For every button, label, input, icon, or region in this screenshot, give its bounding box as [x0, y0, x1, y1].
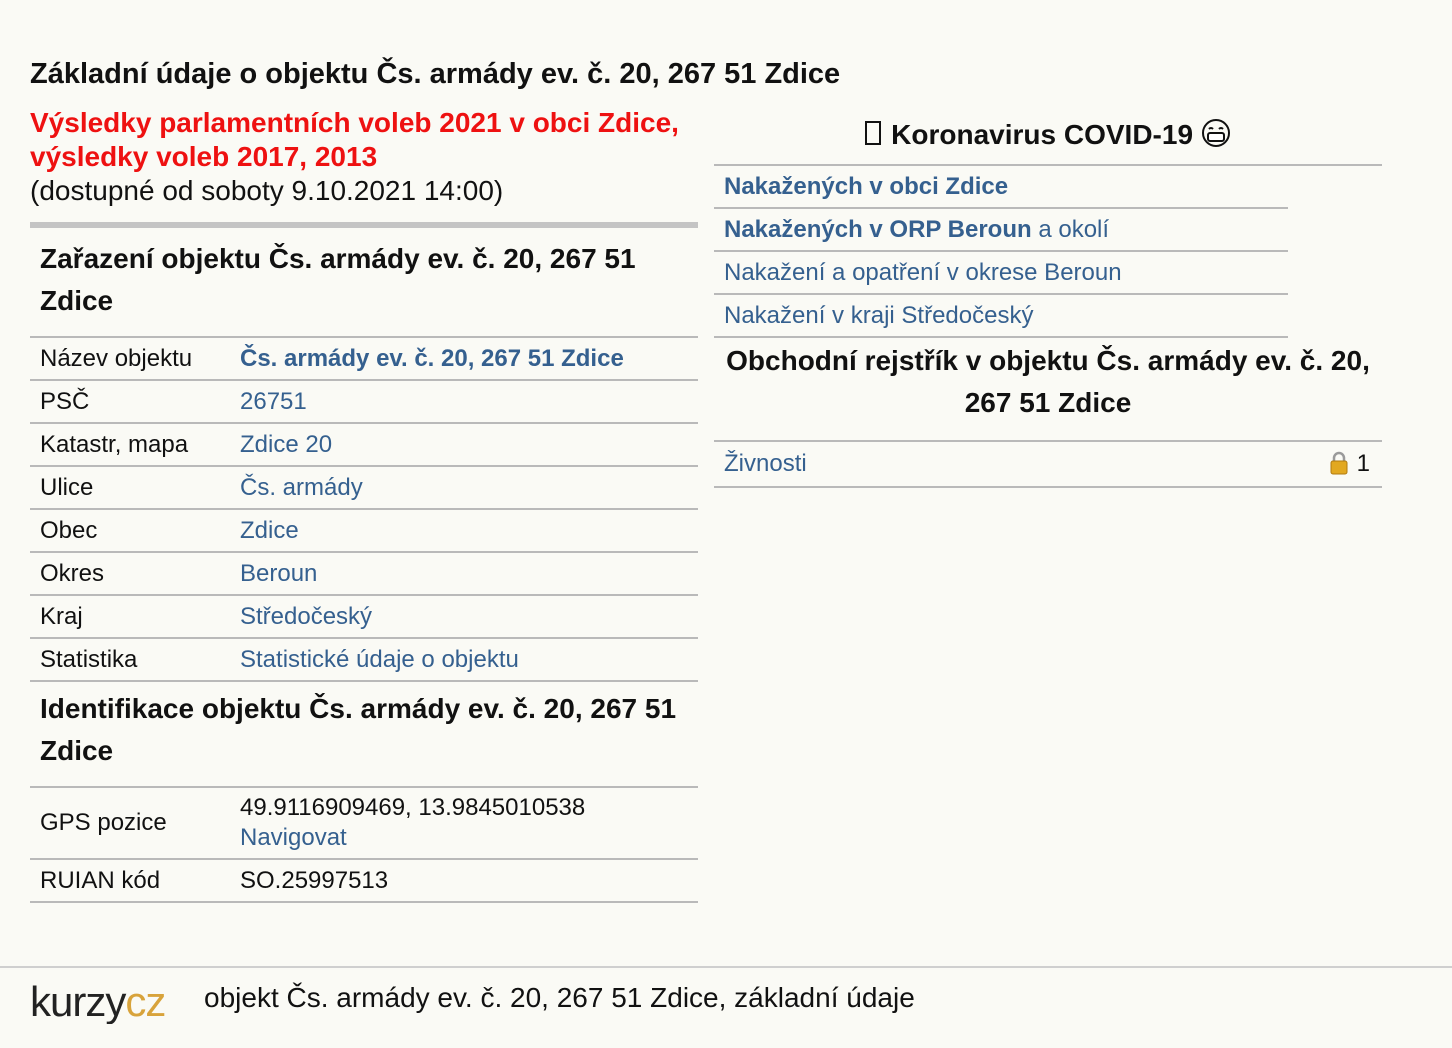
table-row: GPS pozice 49.9116909469, 13.9845010538 …: [30, 786, 698, 859]
navigate-link[interactable]: Navigovat: [240, 824, 347, 851]
lock-icon: [1330, 451, 1348, 475]
row-key: Obec: [30, 508, 230, 552]
left-column: Zařazení objektu Čs. armády ev. č. 20, 2…: [30, 222, 698, 903]
gps-value: 49.9116909469, 13.9845010538: [240, 794, 586, 821]
covid-item-kraj[interactable]: Nakažení v kraji Středočeský: [714, 295, 1288, 338]
ruian-value: SO.25997513: [230, 858, 698, 903]
ruian-label: RUIAN kód: [30, 858, 230, 903]
footer: kurzycz objekt Čs. armády ev. č. 20, 267…: [0, 966, 1452, 1048]
gps-label: GPS pozice: [30, 786, 230, 859]
statistics-link[interactable]: Statistické údaje o objektu: [240, 646, 519, 673]
elections-block: Výsledky parlamentních voleb 2021 v obci…: [30, 106, 690, 208]
row-key: Ulice: [30, 465, 230, 509]
missing-glyph-icon: [865, 121, 882, 145]
table-row: Okres Beroun: [30, 551, 698, 595]
identification-heading: Identifikace objektu Čs. armády ev. č. 2…: [40, 693, 677, 766]
region-link[interactable]: Středočeský: [240, 603, 372, 630]
covid-heading: Koronavirus COVID-19: [714, 112, 1382, 166]
row-key: Název objektu: [30, 336, 230, 380]
covid-link-bold[interactable]: Nakažených v ORP Beroun: [724, 216, 1032, 243]
covid-item-obec[interactable]: Nakažených v obci Zdice: [714, 166, 1288, 209]
registry-heading: Obchodní rejstřík v objektu Čs. armády e…: [714, 338, 1382, 442]
zivnosti-count: 1: [1356, 450, 1370, 477]
svg-text:kurzycz: kurzycz: [30, 980, 165, 1024]
cadastre-map-link[interactable]: Zdice 20: [240, 431, 332, 458]
covid-link-rest[interactable]: Nakažení v kraji Středočeský: [724, 302, 1033, 329]
face-mask-icon: [1201, 119, 1230, 147]
table-row: Název objektu Čs. armády ev. č. 20, 267 …: [30, 336, 698, 380]
footer-text: objekt Čs. armády ev. č. 20, 267 51 Zdic…: [204, 982, 915, 1013]
row-key: Katastr, mapa: [30, 422, 230, 466]
table-row: Ulice Čs. armády: [30, 465, 698, 509]
logo-text-cz: cz: [125, 980, 165, 1024]
logo-text-kurzy: kurzy: [30, 980, 126, 1024]
zivnosti-link[interactable]: Živnosti: [724, 450, 807, 477]
row-key: Okres: [30, 551, 230, 595]
identification-table: GPS pozice 49.9116909469, 13.9845010538 …: [30, 786, 698, 903]
covid-item-orp[interactable]: Nakažených v ORP Beroun a okolí: [714, 209, 1288, 252]
covid-link-bold[interactable]: Nakažených v obci Zdice: [724, 173, 1008, 200]
covid-link-rest[interactable]: a okolí: [1032, 216, 1109, 243]
covid-item-okres[interactable]: Nakažení a opatření v okrese Beroun: [714, 252, 1288, 295]
covid-heading-text: Koronavirus COVID-19: [891, 119, 1194, 150]
psc-link[interactable]: 26751: [240, 388, 307, 415]
right-column: Koronavirus COVID-19 Nakažených v obci Z…: [714, 112, 1382, 488]
table-row: Obec Zdice: [30, 508, 698, 552]
row-key: Kraj: [30, 594, 230, 638]
elections-availability: (dostupné od soboty 9.10.2021 14:00): [30, 175, 504, 206]
page-title: Základní údaje o objektu Čs. armády ev. …: [30, 58, 841, 90]
table-row: RUIAN kód SO.25997513: [30, 858, 698, 903]
street-link[interactable]: Čs. armády: [240, 474, 363, 501]
table-row: Kraj Středočeský: [30, 594, 698, 638]
table-row: Statistika Statistické údaje o objektu: [30, 637, 698, 682]
row-key: Statistika: [30, 637, 230, 682]
district-link[interactable]: Beroun: [240, 560, 317, 587]
object-name-link[interactable]: Čs. armády ev. č. 20, 267 51 Zdice: [240, 345, 624, 372]
covid-link-rest[interactable]: Nakažení a opatření v okrese Beroun: [724, 259, 1122, 286]
table-row: Katastr, mapa Zdice 20: [30, 422, 698, 466]
kurzycz-logo[interactable]: kurzycz: [30, 980, 190, 1024]
zivnosti-row: Živnosti 1: [714, 442, 1382, 488]
table-row: PSČ 26751: [30, 379, 698, 423]
row-key: PSČ: [30, 379, 230, 423]
municipality-link[interactable]: Zdice: [240, 517, 299, 544]
classification-table: Název objektu Čs. armády ev. č. 20, 267 …: [30, 336, 698, 682]
elections-link[interactable]: Výsledky parlamentních voleb 2021 v obci…: [30, 107, 679, 172]
classification-heading: Zařazení objektu Čs. armády ev. č. 20, 2…: [40, 243, 636, 316]
